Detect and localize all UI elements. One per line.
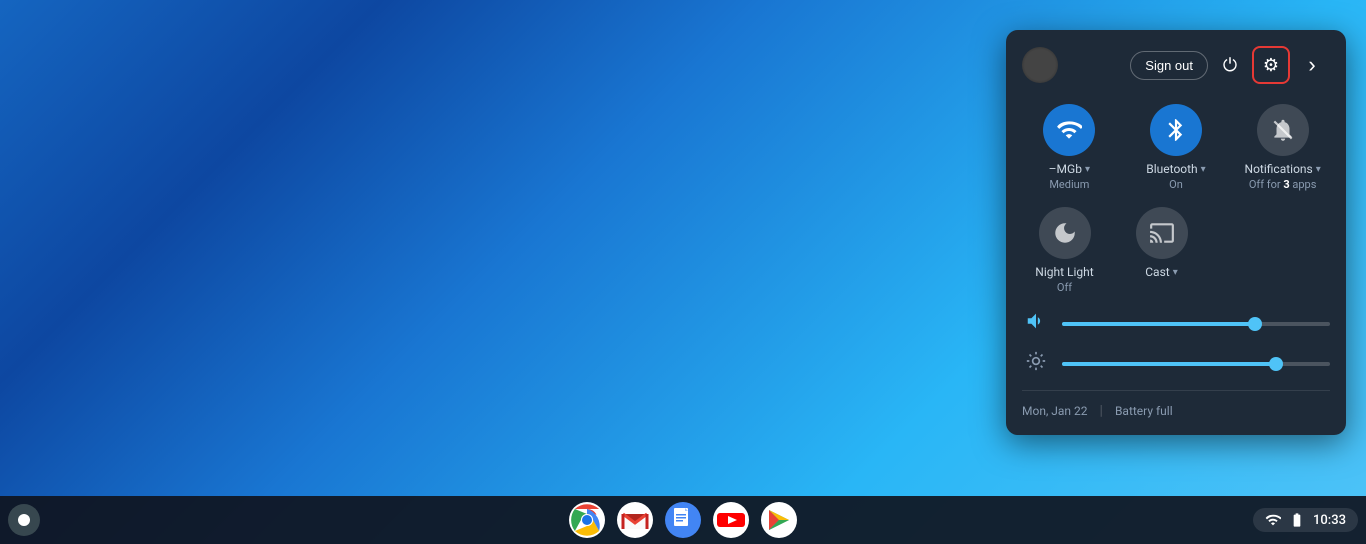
brightness-slider-thumb[interactable] bbox=[1269, 357, 1283, 371]
tray-wifi-icon bbox=[1265, 512, 1281, 528]
launcher-dot bbox=[18, 514, 30, 526]
notifications-label: Notifications bbox=[1245, 162, 1313, 176]
launcher-button[interactable] bbox=[8, 504, 40, 536]
taskbar-app-docs[interactable] bbox=[663, 500, 703, 540]
date-label: Mon, Jan 22 bbox=[1022, 404, 1088, 418]
cast-label: Cast bbox=[1145, 265, 1169, 279]
wifi-sublabel: Medium bbox=[1049, 178, 1089, 191]
taskbar-right: 10:33 bbox=[1253, 508, 1358, 532]
wifi-label: –MGb bbox=[1049, 162, 1082, 176]
night-light-tile[interactable]: Night Light Off bbox=[1022, 207, 1107, 294]
volume-slider-track[interactable] bbox=[1062, 322, 1330, 326]
brightness-slider-row bbox=[1022, 351, 1330, 376]
volume-slider-thumb[interactable] bbox=[1248, 317, 1262, 331]
battery-status-label: Battery full bbox=[1115, 404, 1173, 418]
volume-icon bbox=[1022, 310, 1050, 337]
wifi-chevron-icon: ▾ bbox=[1085, 164, 1090, 175]
night-light-tile-icon bbox=[1039, 207, 1091, 259]
volume-slider-row bbox=[1022, 310, 1330, 337]
bluetooth-label: Bluetooth bbox=[1146, 162, 1197, 176]
avatar[interactable] bbox=[1022, 47, 1058, 83]
bluetooth-tile-icon bbox=[1150, 104, 1202, 156]
night-light-sublabel: Off bbox=[1057, 281, 1072, 294]
settings-icon: ⚙ bbox=[1263, 55, 1279, 76]
bluetooth-label-row: Bluetooth ▾ bbox=[1146, 162, 1205, 176]
tiles-row-1: –MGb ▾ Medium Bluetooth ▾ On bbox=[1022, 104, 1330, 191]
system-time: 10:33 bbox=[1313, 513, 1346, 528]
sign-out-button[interactable]: Sign out bbox=[1130, 51, 1208, 80]
settings-button[interactable]: ⚙ bbox=[1252, 46, 1290, 84]
tiles-row-2: Night Light Off Cast ▾ bbox=[1022, 207, 1330, 294]
wifi-tile-icon bbox=[1043, 104, 1095, 156]
power-icon: ⏻ bbox=[1223, 55, 1237, 76]
cast-tile[interactable]: Cast ▾ bbox=[1119, 207, 1204, 294]
collapse-button[interactable]: › bbox=[1294, 47, 1330, 83]
taskbar: 10:33 bbox=[0, 496, 1366, 544]
system-tray[interactable]: 10:33 bbox=[1253, 508, 1358, 532]
brightness-icon bbox=[1022, 351, 1050, 376]
taskbar-apps bbox=[567, 500, 799, 540]
cast-sublabel bbox=[1160, 281, 1163, 294]
notifications-tile-icon bbox=[1257, 104, 1309, 156]
notifications-tile[interactable]: Notifications ▾ Off for 3 apps bbox=[1240, 104, 1325, 191]
taskbar-app-youtube[interactable] bbox=[711, 500, 751, 540]
notifications-chevron-icon: ▾ bbox=[1316, 164, 1321, 175]
cast-label-row: Cast ▾ bbox=[1145, 265, 1178, 279]
brightness-slider-track[interactable] bbox=[1062, 362, 1330, 366]
cast-chevron-icon: ▾ bbox=[1173, 267, 1178, 278]
taskbar-app-gmail[interactable] bbox=[615, 500, 655, 540]
chevron-down-icon: › bbox=[1308, 54, 1315, 76]
quick-settings-header: Sign out ⏻ ⚙ › bbox=[1022, 46, 1330, 84]
tray-battery-icon bbox=[1289, 512, 1305, 528]
wifi-label-row: –MGb ▾ bbox=[1049, 162, 1090, 176]
bluetooth-tile[interactable]: Bluetooth ▾ On bbox=[1133, 104, 1218, 191]
volume-slider-fill bbox=[1062, 322, 1255, 326]
bluetooth-sublabel: On bbox=[1169, 178, 1183, 191]
taskbar-app-chrome[interactable] bbox=[567, 500, 607, 540]
notifications-count: 3 bbox=[1283, 178, 1289, 191]
night-light-label-row: Night Light bbox=[1035, 265, 1093, 279]
taskbar-app-playstore[interactable] bbox=[759, 500, 799, 540]
taskbar-left bbox=[8, 504, 40, 536]
header-actions: Sign out ⏻ ⚙ › bbox=[1130, 46, 1330, 84]
quick-settings-footer: Mon, Jan 22 | Battery full bbox=[1022, 390, 1330, 419]
night-light-label: Night Light bbox=[1035, 265, 1093, 279]
power-button[interactable]: ⏻ bbox=[1212, 47, 1248, 83]
notifications-sublabel: Off for 3 apps bbox=[1249, 178, 1317, 191]
bluetooth-chevron-icon: ▾ bbox=[1201, 164, 1206, 175]
footer-separator: | bbox=[1100, 403, 1103, 419]
brightness-slider-fill bbox=[1062, 362, 1276, 366]
desktop: Sign out ⏻ ⚙ › bbox=[0, 0, 1366, 544]
notifications-label-row: Notifications ▾ bbox=[1245, 162, 1321, 176]
quick-settings-panel: Sign out ⏻ ⚙ › bbox=[1006, 30, 1346, 435]
wifi-tile[interactable]: –MGb ▾ Medium bbox=[1027, 104, 1112, 191]
cast-tile-icon bbox=[1136, 207, 1188, 259]
